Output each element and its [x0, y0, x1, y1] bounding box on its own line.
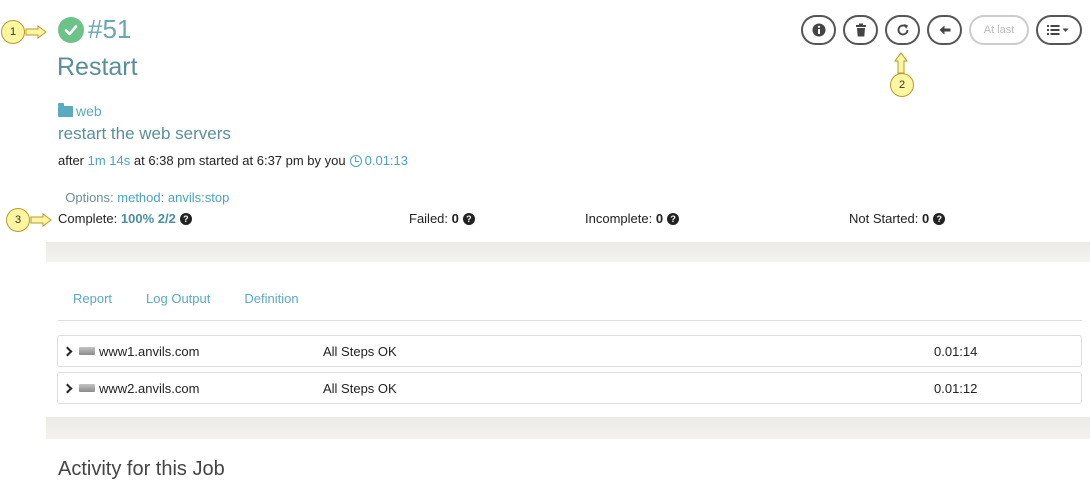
job-group[interactable]: web: [58, 102, 102, 119]
help-icon[interactable]: ?: [179, 212, 192, 225]
tab-definition[interactable]: Definition: [244, 291, 298, 306]
activity-heading: Activity for this Job: [58, 458, 225, 480]
at-last-button[interactable]: At last: [969, 15, 1029, 45]
stat-not-started: Not Started: 0 ?: [849, 211, 946, 226]
timing-started-text: at 6:38 pm started at 6:37 pm by you: [130, 153, 346, 168]
job-number[interactable]: #51: [88, 14, 131, 45]
option-value: anvils:stop: [167, 190, 230, 205]
stat-incomplete-value: 0: [655, 211, 664, 226]
stat-incomplete: Incomplete: 0 ?: [585, 211, 680, 226]
success-check-icon: [58, 16, 84, 43]
trash-icon: [855, 23, 866, 37]
callout-arrow-right-icon: [25, 25, 47, 39]
stat-not-started-value: 0: [921, 211, 930, 226]
options-label: Options:: [65, 190, 118, 205]
job-header: #51: [58, 14, 131, 45]
stat-not-started-label: Not Started:: [849, 211, 922, 226]
tabs-divider: [58, 320, 1082, 321]
timing-after-text: after: [58, 153, 88, 168]
stat-failed: Failed: 0 ?: [409, 211, 475, 226]
stat-complete-label: Complete:: [58, 211, 121, 226]
node-duration: 0.01:12: [934, 380, 978, 396]
stat-complete: Complete: 100% 2/2 ?: [58, 211, 192, 226]
callout-arrow-up-icon: [894, 52, 908, 74]
callout-2: 2: [890, 73, 914, 97]
option-key: method: [117, 190, 161, 205]
stat-incomplete-label: Incomplete:: [585, 211, 656, 226]
section-band-top: [46, 242, 1090, 262]
option-separator: :: [160, 190, 168, 205]
job-options: Options: method: anvils:stop: [58, 175, 229, 205]
tab-log-output[interactable]: Log Output: [146, 291, 210, 306]
actions-menu-button[interactable]: [1036, 15, 1082, 45]
help-icon[interactable]: ?: [667, 212, 680, 225]
arrow-left-icon: [939, 25, 950, 35]
section-band-bottom: [46, 417, 1090, 439]
table-row[interactable]: www1.anvils.com All Steps OK 0.01:14: [57, 335, 1082, 367]
info-icon: [812, 23, 825, 37]
job-name[interactable]: Restart: [57, 53, 138, 82]
callout-3: 3: [6, 208, 30, 232]
node-status: All Steps OK: [323, 343, 397, 359]
stat-failed-value: 0: [451, 211, 459, 226]
help-icon[interactable]: ?: [933, 212, 946, 225]
clock-icon: [349, 154, 362, 167]
help-icon[interactable]: ?: [462, 212, 475, 225]
execution-tabs: Report Log Output Definition: [73, 291, 333, 306]
callout-arrow-right-icon: [30, 213, 52, 227]
back-button[interactable]: [927, 15, 962, 45]
node-host: www2.anvils.com: [99, 380, 200, 396]
execution-timing: after 1m 14s at 6:38 pm started at 6:37 …: [58, 153, 408, 168]
chevron-right-icon[interactable]: [62, 346, 73, 356]
chevron-right-icon[interactable]: [62, 383, 73, 393]
server-icon: [79, 347, 95, 355]
info-button[interactable]: [801, 15, 836, 45]
timing-duration[interactable]: 0.01:13: [365, 153, 408, 168]
callout-1: 1: [1, 20, 25, 44]
stat-complete-value: 100% 2/2: [120, 211, 176, 226]
node-duration: 0.01:14: [934, 343, 978, 359]
node-host: www1.anvils.com: [99, 343, 200, 359]
stat-failed-label: Failed:: [409, 211, 452, 226]
tab-report[interactable]: Report: [73, 291, 112, 306]
delete-button[interactable]: [843, 15, 878, 45]
refresh-icon: [897, 24, 908, 36]
server-icon: [79, 384, 95, 392]
job-toolbar: At last: [794, 15, 1082, 45]
folder-icon: [58, 102, 73, 117]
rerun-button[interactable]: [885, 15, 920, 45]
table-row[interactable]: www2.anvils.com All Steps OK 0.01:12: [57, 372, 1082, 404]
timing-after-link[interactable]: 1m 14s: [88, 153, 131, 168]
list-menu-icon: [1047, 25, 1069, 35]
job-group-label[interactable]: web: [76, 103, 102, 119]
node-status: All Steps OK: [323, 380, 397, 396]
job-description: restart the web servers: [58, 124, 231, 143]
